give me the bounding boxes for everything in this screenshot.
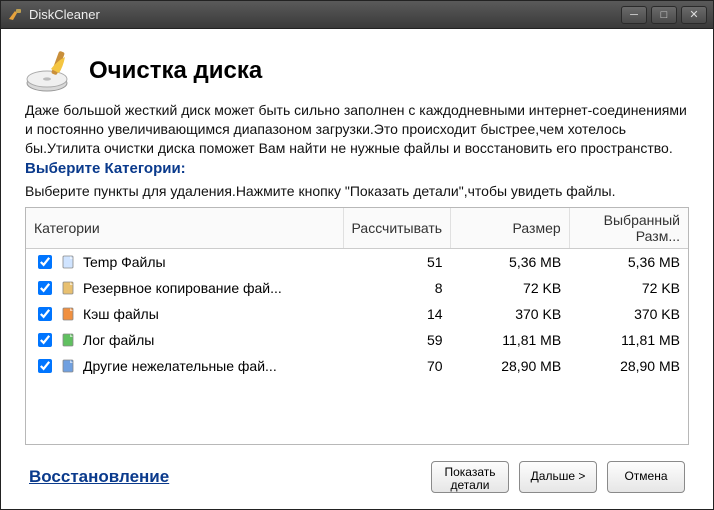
row-name: Резервное копирование фай... <box>83 280 282 296</box>
row-count: 8 <box>343 275 451 301</box>
table-row[interactable]: Кэш файлы14370 KB370 KB <box>26 301 688 327</box>
row-size: 28,90 MB <box>451 353 570 379</box>
row-size: 5,36 MB <box>451 248 570 275</box>
backup-icon <box>61 280 77 296</box>
row-checkbox[interactable] <box>38 359 52 373</box>
row-checkbox[interactable] <box>38 307 52 321</box>
row-checkbox[interactable] <box>38 255 52 269</box>
maximize-button[interactable]: □ <box>651 6 677 24</box>
col-size[interactable]: Размер <box>451 208 570 249</box>
app-icon <box>7 7 23 23</box>
header: Очистка диска <box>25 47 689 95</box>
table-row[interactable]: Temp Файлы515,36 MB5,36 MB <box>26 248 688 275</box>
row-selected-size: 5,36 MB <box>569 248 688 275</box>
footer: Восстановление Показать детали Дальше > … <box>25 455 689 495</box>
description-text: Даже большой жесткий диск может быть сил… <box>25 101 689 158</box>
categories-table: Категории Рассчитывать Размер Выбранный … <box>25 207 689 445</box>
content-area: Очистка диска Даже большой жесткий диск … <box>7 35 707 503</box>
row-selected-size: 28,90 MB <box>569 353 688 379</box>
row-size: 370 KB <box>451 301 570 327</box>
row-name: Кэш файлы <box>83 306 159 322</box>
cache-icon <box>61 306 77 322</box>
window-title: DiskCleaner <box>29 7 617 22</box>
cancel-button[interactable]: Отмена <box>607 461 685 493</box>
junk-icon <box>61 358 77 374</box>
log-icon <box>61 332 77 348</box>
file-icon <box>61 254 77 270</box>
row-count: 70 <box>343 353 451 379</box>
row-count: 14 <box>343 301 451 327</box>
titlebar[interactable]: DiskCleaner ─ □ ✕ <box>1 1 713 29</box>
table-row[interactable]: Другие нежелательные фай...7028,90 MB28,… <box>26 353 688 379</box>
row-checkbox[interactable] <box>38 333 52 347</box>
next-button[interactable]: Дальше > <box>519 461 597 493</box>
app-window: DiskCleaner ─ □ ✕ Очистка диска Даже бол… <box>0 0 714 510</box>
row-name: Лог файлы <box>83 332 154 348</box>
row-count: 51 <box>343 248 451 275</box>
col-category[interactable]: Категории <box>26 208 343 249</box>
col-selected-size[interactable]: Выбранный Разм... <box>569 208 688 249</box>
show-details-button[interactable]: Показать детали <box>431 461 509 493</box>
row-name: Другие нежелательные фай... <box>83 358 277 374</box>
section-label: Выберите Категории: <box>25 160 689 177</box>
page-title: Очистка диска <box>89 57 262 85</box>
close-button[interactable]: ✕ <box>681 6 707 24</box>
row-checkbox[interactable] <box>38 281 52 295</box>
col-count[interactable]: Рассчитывать <box>343 208 451 249</box>
table-row[interactable]: Лог файлы5911,81 MB11,81 MB <box>26 327 688 353</box>
row-selected-size: 11,81 MB <box>569 327 688 353</box>
row-selected-size: 72 KB <box>569 275 688 301</box>
row-count: 59 <box>343 327 451 353</box>
disk-cleaner-icon <box>25 47 77 95</box>
row-size: 11,81 MB <box>451 327 570 353</box>
minimize-button[interactable]: ─ <box>621 6 647 24</box>
table-row[interactable]: Резервное копирование фай...872 KB72 KB <box>26 275 688 301</box>
table-header-row: Категории Рассчитывать Размер Выбранный … <box>26 208 688 249</box>
row-selected-size: 370 KB <box>569 301 688 327</box>
row-name: Temp Файлы <box>83 254 166 270</box>
row-size: 72 KB <box>451 275 570 301</box>
restore-link[interactable]: Восстановление <box>29 467 169 487</box>
section-hint: Выберите пункты для удаления.Нажмите кно… <box>25 183 689 199</box>
